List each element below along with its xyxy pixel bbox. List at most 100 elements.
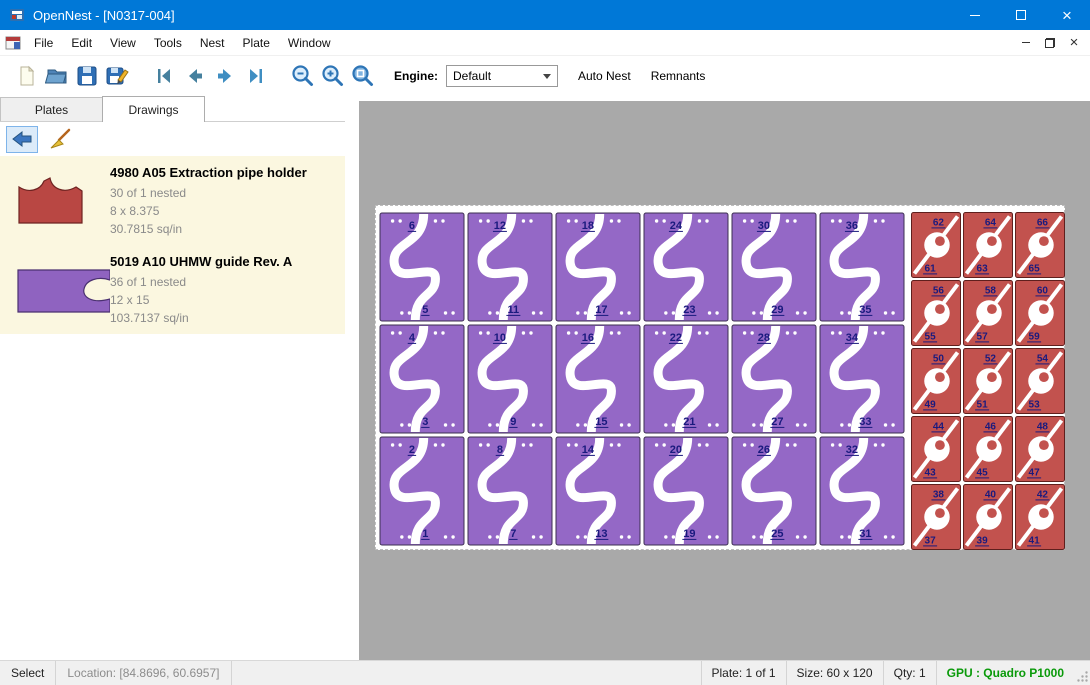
engine-select[interactable]: Default [446,65,558,87]
red-part-pair[interactable]: 5857 [964,281,1013,346]
red-part-pair[interactable]: 48 47 [1016,417,1065,482]
purple-part-pair[interactable]: 2827 [732,325,816,433]
first-plate-button[interactable] [150,61,180,91]
import-drawing-button[interactable] [6,126,38,153]
save-floppy-icon [75,64,99,88]
red-part-pair[interactable]: 5251 [964,349,1013,414]
new-button[interactable] [12,61,42,91]
auto-nest-button[interactable]: Auto Nest [568,69,641,83]
svg-text:59: 59 [1029,332,1041,343]
red-part-pair[interactable]: 4241 [1016,485,1065,550]
purple-part-pair[interactable]: 87 [468,437,552,545]
red-part-pair[interactable]: 6261 [912,213,961,278]
svg-text:17: 17 [595,304,607,316]
svg-text:14: 14 [582,444,595,456]
resize-grip[interactable] [1074,661,1090,685]
nest-plate[interactable]: 6512111817242330293635431091615222128273… [375,205,1065,550]
svg-text:27: 27 [771,416,783,428]
drawing-area: 103.7137 sq/in [110,309,292,327]
red-part-pair[interactable]: 3837 [912,485,961,550]
svg-text:33: 33 [859,416,871,428]
red-part-pair[interactable]: 5049 [912,349,961,414]
purple-part-pair[interactable]: 65 [380,213,464,321]
drawing-size: 8 x 8.375 [110,202,307,220]
svg-text:2: 2 [409,444,415,456]
save-button[interactable] [72,61,102,91]
last-arrow-icon [243,64,267,88]
purple-part-pair[interactable]: 2423 [644,213,728,321]
purple-part-pair[interactable]: 3029 [732,213,816,321]
drawing-nested-count: 36 of 1 nested [110,273,292,291]
menu-file[interactable]: File [25,31,62,55]
svg-text:54: 54 [1037,354,1049,365]
last-plate-button[interactable] [240,61,270,91]
red-part-pair[interactable]: 6463 [964,213,1013,278]
next-plate-button[interactable] [210,61,240,91]
svg-text:53: 53 [1029,400,1041,411]
drawing-item-2[interactable]: 5019 A10 UHMW guide Rev. A 36 of 1 neste… [0,245,345,334]
purple-part-pair[interactable]: 1817 [556,213,640,321]
purple-part-pair[interactable]: 43 [380,325,464,433]
purple-part-pair[interactable]: 109 [468,325,552,433]
red-part-pair[interactable]: 5655 [912,281,961,346]
red-part-pair[interactable]: 4039 [964,485,1013,550]
purple-part-pair[interactable]: 3433 [820,325,904,433]
sidebar-tabstrip: Plates Drawings [0,96,345,122]
red-part-pair[interactable]: 54 53 [1016,349,1065,414]
purple-part-pair[interactable]: 2625 [732,437,816,545]
zoom-out-button[interactable] [288,61,318,91]
previous-plate-button[interactable] [180,61,210,91]
mdi-minimize-button[interactable] [1015,33,1037,53]
svg-text:23: 23 [683,304,695,316]
menu-window[interactable]: Window [279,31,340,55]
svg-text:18: 18 [582,220,594,232]
purple-part-pair[interactable]: 3231 [820,437,904,545]
mdi-close-button[interactable]: × [1063,33,1085,53]
svg-text:4: 4 [409,332,416,344]
purple-part-pair[interactable]: 3635 [820,213,904,321]
nest-canvas[interactable]: 6512111817242330293635431091615222128273… [359,101,1090,660]
menu-nest[interactable]: Nest [191,31,234,55]
menu-tools[interactable]: Tools [145,31,191,55]
svg-text:52: 52 [985,354,997,365]
drawing-title: 5019 A10 UHMW guide Rev. A [110,254,292,269]
purple-part-pair[interactable]: 1413 [556,437,640,545]
red-part-pair[interactable]: 6665 [1016,213,1065,278]
menu-plate[interactable]: Plate [234,31,279,55]
tab-drawings[interactable]: Drawings [102,96,205,122]
svg-text:12: 12 [494,220,506,232]
svg-text:1: 1 [422,528,428,540]
purple-part-pair[interactable]: 1615 [556,325,640,433]
document-icon[interactable] [5,36,21,50]
red-part-pair[interactable]: 6059 [1016,281,1065,346]
red-part-pair[interactable]: 4645 [964,417,1013,482]
statusbar-location: Location: [84.8696, 60.6957] [56,661,231,685]
purple-part-pair[interactable]: 2221 [644,325,728,433]
svg-text:48: 48 [1037,422,1049,433]
svg-text:66: 66 [1037,218,1049,229]
remnants-button[interactable]: Remnants [641,69,716,83]
menu-view[interactable]: View [101,31,145,55]
mdi-restore-button[interactable] [1039,33,1061,53]
clear-drawings-button[interactable] [44,126,76,153]
purple-part-pair[interactable]: 2019 [644,437,728,545]
menu-edit[interactable]: Edit [62,31,101,55]
purple-part-pair[interactable]: 21 [380,437,464,545]
app-icon [9,7,25,23]
open-button[interactable] [42,61,72,91]
new-page-icon [15,64,39,88]
purple-part-pair[interactable]: 1211 [468,213,552,321]
window-maximize-button[interactable] [998,0,1044,30]
svg-text:47: 47 [1029,468,1041,479]
drawing-size: 12 x 15 [110,291,292,309]
save-as-button[interactable] [102,61,132,91]
statusbar-qty: Qty: 1 [883,661,936,685]
red-part-pair[interactable]: 4443 [912,417,961,482]
window-minimize-button[interactable] [952,0,998,30]
title-bar: OpenNest - [N0317-004] × [0,0,1090,30]
drawing-item-1[interactable]: 4980 A05 Extraction pipe holder 30 of 1 … [0,156,345,245]
zoom-fit-button[interactable] [348,61,378,91]
window-close-button[interactable]: × [1044,0,1090,30]
tab-plates[interactable]: Plates [0,97,103,121]
zoom-in-button[interactable] [318,61,348,91]
